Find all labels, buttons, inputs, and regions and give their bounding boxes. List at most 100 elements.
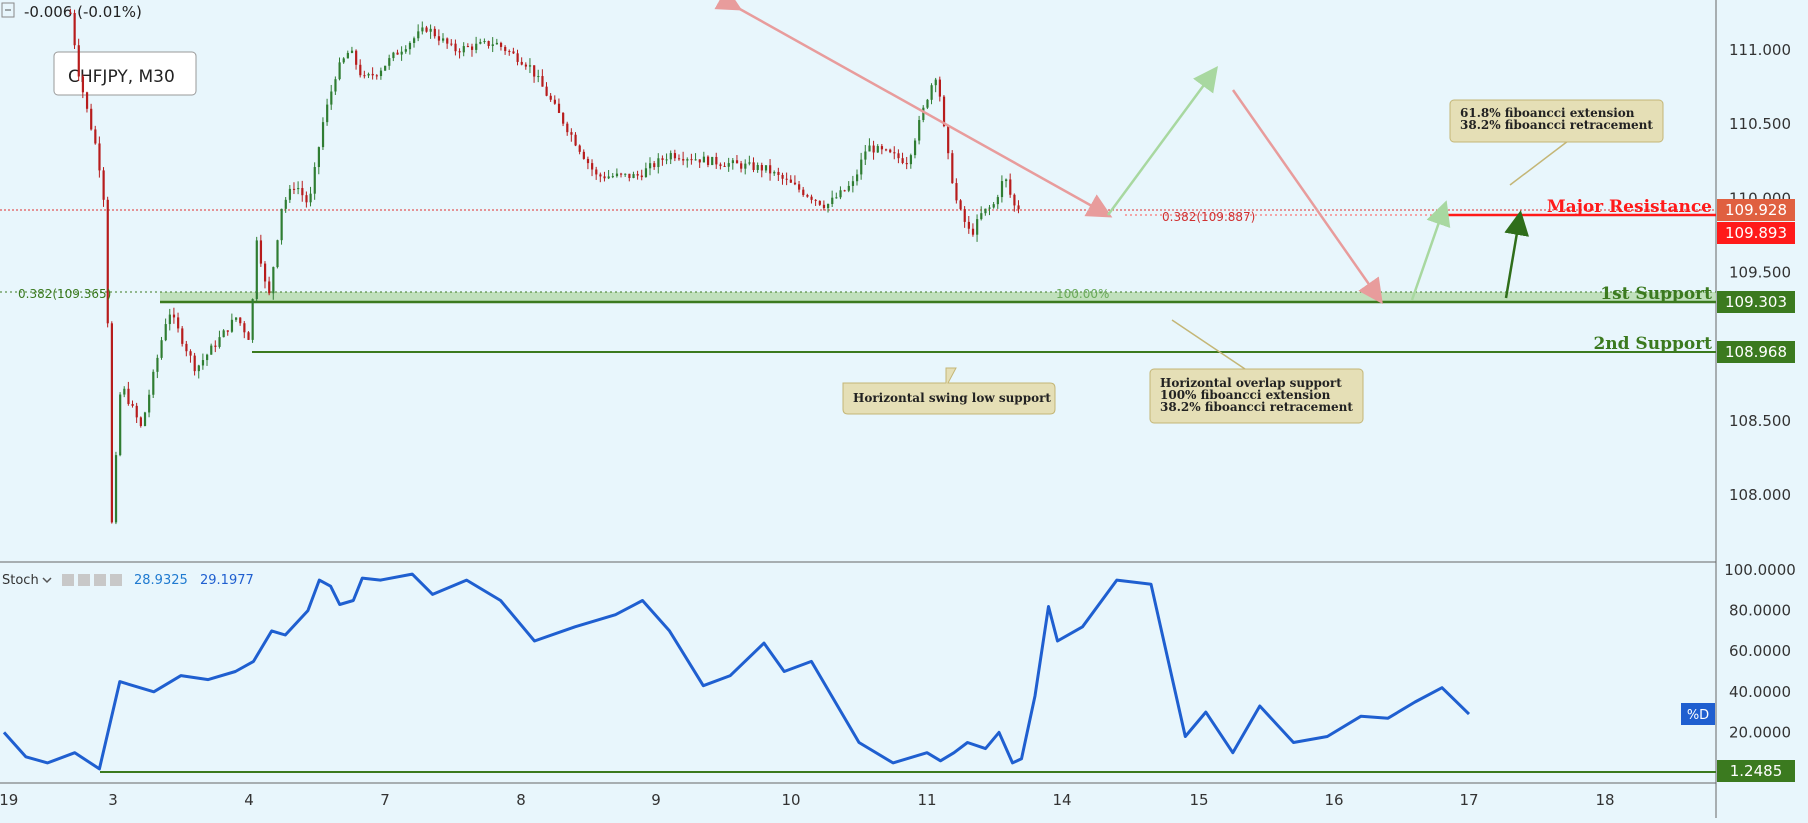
candle-body bbox=[263, 263, 267, 282]
candle-body bbox=[396, 52, 399, 55]
candle-body bbox=[562, 112, 565, 124]
candle-body bbox=[508, 51, 511, 53]
candle-body bbox=[677, 158, 681, 160]
candle-body bbox=[661, 158, 664, 160]
candle-body bbox=[839, 190, 842, 198]
candle-body bbox=[744, 163, 747, 169]
candle-body bbox=[607, 176, 610, 179]
candle-body bbox=[446, 38, 449, 44]
stoch-add-icon[interactable] bbox=[94, 574, 106, 586]
candle-body bbox=[847, 185, 850, 191]
candle-body bbox=[259, 240, 263, 264]
major-resistance-label: Major Resistance bbox=[1547, 197, 1712, 217]
note-overlap-line-3: 38.2% fiboancci retracement bbox=[1160, 400, 1353, 414]
candle-body bbox=[210, 345, 213, 355]
time-tick-label: 3 bbox=[108, 791, 118, 809]
candle-body bbox=[624, 173, 627, 175]
candle-body bbox=[735, 160, 739, 164]
candle-body bbox=[127, 388, 130, 404]
candle-body bbox=[235, 317, 238, 320]
candle-body bbox=[495, 42, 499, 45]
time-tick-label: 10 bbox=[781, 791, 800, 809]
candle-body bbox=[756, 165, 759, 170]
candle-body bbox=[437, 36, 441, 41]
candle-body bbox=[976, 219, 979, 235]
candle-body bbox=[483, 41, 486, 43]
candle-body bbox=[827, 204, 830, 209]
candle-body bbox=[938, 79, 941, 97]
stoch-close-icon[interactable] bbox=[110, 574, 122, 586]
candle-body bbox=[860, 159, 863, 175]
candle-body bbox=[338, 62, 341, 80]
stoch-tick-label: 100.0000 bbox=[1724, 561, 1796, 579]
candle-body bbox=[206, 354, 209, 361]
price-tick-label: 108.000 bbox=[1729, 486, 1791, 504]
symbol-box[interactable]: CHFJPY, M30 bbox=[53, 51, 197, 96]
candle-body bbox=[574, 134, 577, 146]
candle-body bbox=[802, 189, 805, 196]
candle-body bbox=[85, 92, 89, 109]
candle-body bbox=[218, 337, 221, 347]
candle-body bbox=[818, 200, 821, 205]
candle-body bbox=[537, 76, 540, 78]
candle-body bbox=[806, 195, 809, 197]
candle-body bbox=[628, 173, 631, 179]
candle-body bbox=[433, 28, 436, 37]
candle-body bbox=[392, 52, 395, 59]
candle-body bbox=[247, 332, 250, 340]
candle-body bbox=[740, 163, 743, 169]
candle-body bbox=[591, 163, 594, 170]
candle-body bbox=[326, 104, 329, 123]
candle-body bbox=[450, 43, 453, 45]
candle-body bbox=[1013, 194, 1016, 206]
candle-body bbox=[388, 58, 391, 66]
candle-body bbox=[239, 317, 242, 324]
candle-body bbox=[417, 31, 420, 39]
candle-body bbox=[748, 162, 751, 164]
candle-body bbox=[73, 13, 76, 46]
candle-body bbox=[114, 455, 118, 523]
candle-body bbox=[880, 146, 884, 150]
candle-body bbox=[475, 43, 478, 50]
time-tick-label: 8 bbox=[516, 791, 526, 809]
candle-body bbox=[69, 12, 72, 14]
candle-body bbox=[884, 149, 888, 151]
candle-body bbox=[288, 188, 292, 200]
candle-body bbox=[512, 51, 515, 54]
stoch-tick-label: 80.0000 bbox=[1729, 602, 1791, 620]
candle-body bbox=[864, 151, 867, 160]
stoch-d-badge: %D bbox=[1681, 703, 1715, 725]
support-zone-1 bbox=[160, 292, 1716, 302]
candle-body bbox=[243, 323, 246, 333]
candle-body bbox=[706, 156, 710, 165]
price-label-last-text: 109.928 bbox=[1725, 201, 1787, 219]
time-tick-label: 11 bbox=[917, 791, 936, 809]
price-label-support-2: 108.968 bbox=[1717, 341, 1795, 363]
candle-body bbox=[520, 61, 523, 65]
candle-body bbox=[988, 207, 991, 209]
candle-body bbox=[491, 44, 494, 47]
candle-body bbox=[872, 145, 875, 153]
candle-body bbox=[454, 43, 457, 52]
time-tick-label: 16 bbox=[1324, 791, 1343, 809]
candle-body bbox=[781, 174, 784, 179]
price-tick-label: 110.500 bbox=[1729, 115, 1791, 133]
candle-body bbox=[599, 174, 602, 177]
candle-body bbox=[905, 163, 908, 165]
candle-body bbox=[413, 38, 416, 43]
candle-body bbox=[284, 199, 287, 209]
candle-body bbox=[330, 91, 333, 105]
candle-body bbox=[570, 132, 573, 135]
stoch-baseline-label-text: 1.2485 bbox=[1730, 762, 1783, 780]
candle-body bbox=[102, 170, 105, 200]
candle-body bbox=[334, 79, 337, 92]
stoch-settings-icon[interactable] bbox=[78, 574, 90, 586]
stoch-eye-icon[interactable] bbox=[62, 574, 74, 586]
candle-body bbox=[143, 412, 147, 426]
candle-body bbox=[181, 328, 184, 344]
price-label-resistance: 109.893 bbox=[1717, 222, 1795, 244]
candle-body bbox=[752, 162, 755, 170]
candle-body bbox=[429, 28, 432, 32]
candle-body bbox=[280, 208, 283, 241]
candle-body bbox=[549, 95, 552, 100]
